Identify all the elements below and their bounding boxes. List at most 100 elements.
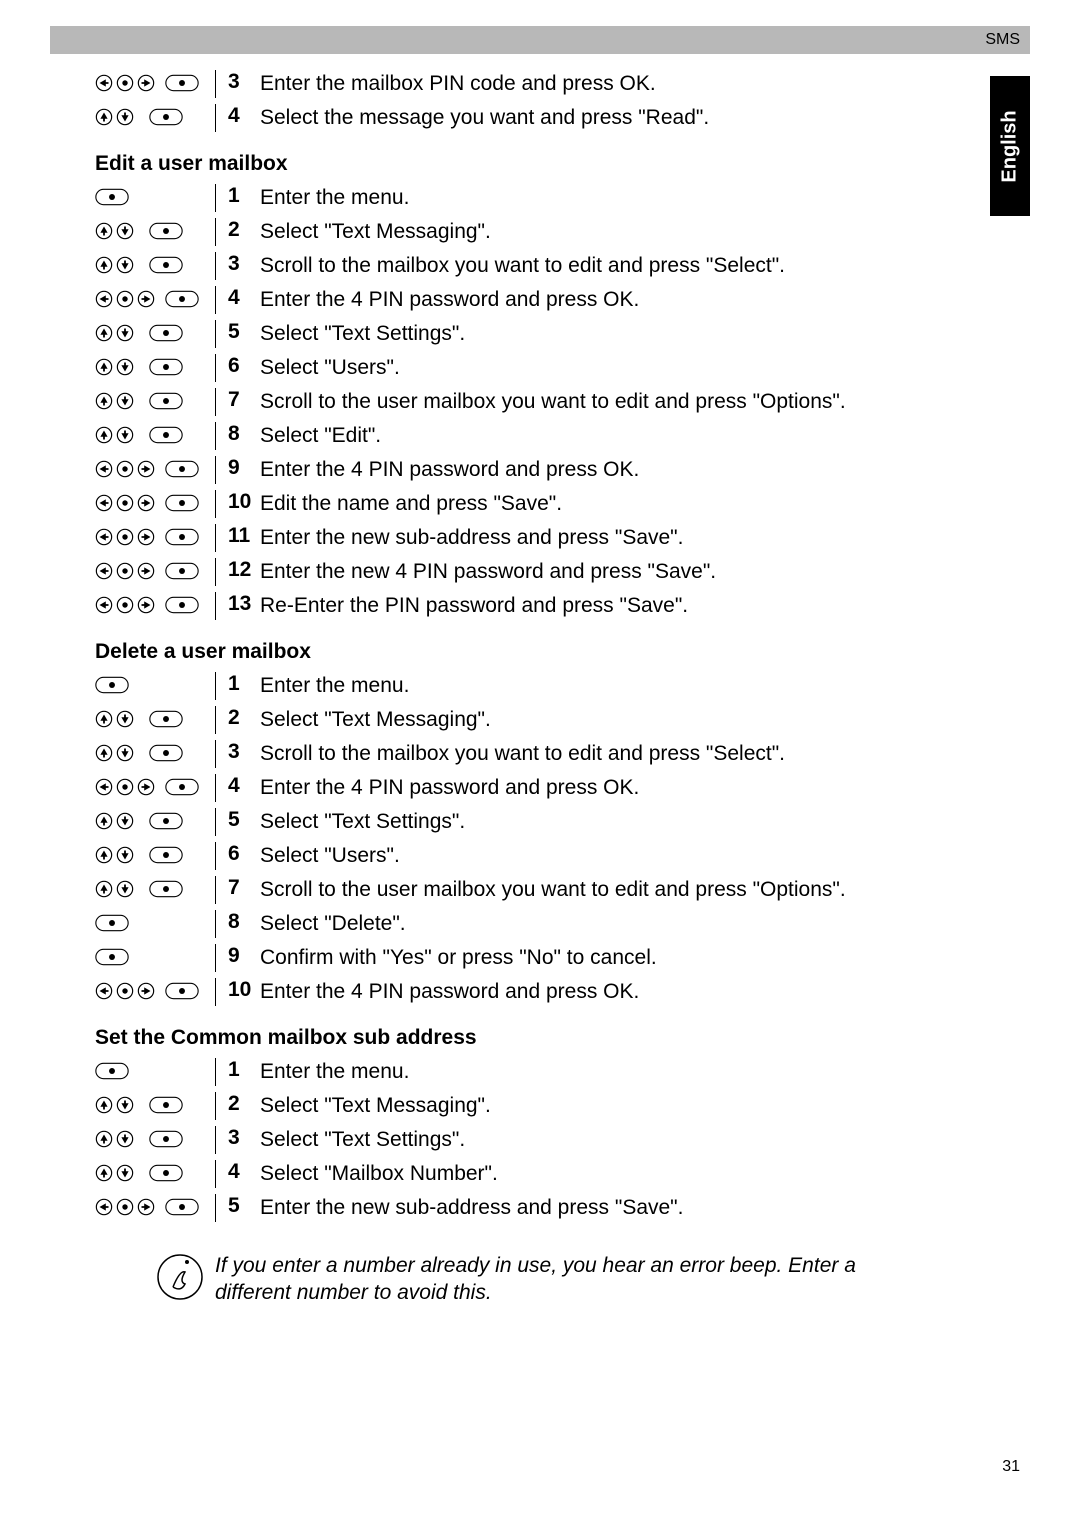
step-text: Scroll to the mailbox you want to edit a… (260, 740, 785, 768)
step-text: Enter the new sub-address and press "Sav… (260, 1194, 683, 1222)
step-number: 9 (228, 944, 260, 968)
step-number: 1 (228, 1058, 260, 1082)
step-text: Select "Text Messaging". (260, 1092, 491, 1120)
step-text: Select "Text Settings". (260, 808, 465, 836)
note-row: If you enter a number already in use, yo… (155, 1252, 920, 1307)
step-icons (95, 910, 215, 932)
step-text: Select "Text Messaging". (260, 218, 491, 246)
language-tab-label: English (999, 110, 1022, 182)
language-tab: English (990, 76, 1030, 216)
step-icons (95, 286, 215, 308)
step-row: 3Scroll to the mailbox you want to edit … (95, 252, 950, 282)
step-icons (95, 672, 215, 694)
step-number: 1 (228, 672, 260, 696)
step-number: 4 (228, 286, 260, 310)
step-icons (95, 70, 215, 92)
step-row: 3Scroll to the mailbox you want to edit … (95, 740, 950, 770)
step-number: 4 (228, 104, 260, 128)
step-text: Select "Text Messaging". (260, 706, 491, 734)
step-icons (95, 740, 215, 762)
step-number: 3 (228, 740, 260, 764)
step-row: 3Select "Text Settings". (95, 1126, 950, 1156)
step-row: 10Enter the 4 PIN password and press OK. (95, 978, 950, 1008)
step-row: 4Enter the 4 PIN password and press OK. (95, 286, 950, 316)
step-row: 7Scroll to the user mailbox you want to … (95, 876, 950, 906)
step-row: 2Select "Text Messaging". (95, 218, 950, 248)
step-text: Select the message you want and press "R… (260, 104, 709, 132)
step-row: 3Enter the mailbox PIN code and press OK… (95, 70, 950, 100)
step-icons (95, 944, 215, 966)
step-text: Scroll to the mailbox you want to edit a… (260, 252, 785, 280)
step-row: 4Select the message you want and press "… (95, 104, 950, 134)
step-number: 5 (228, 1194, 260, 1218)
step-row: 1Enter the menu. (95, 184, 950, 214)
step-icons (95, 218, 215, 240)
step-row: 7Scroll to the user mailbox you want to … (95, 388, 950, 418)
step-number: 2 (228, 706, 260, 730)
step-icons (95, 1194, 215, 1216)
header-section-label: SMS (985, 31, 1020, 49)
step-number: 7 (228, 388, 260, 412)
step-text: Edit the name and press "Save". (260, 490, 562, 518)
step-number: 5 (228, 808, 260, 832)
step-row: 10Edit the name and press "Save". (95, 490, 950, 520)
step-icons (95, 706, 215, 728)
step-text: Select "Users". (260, 842, 400, 870)
step-text: Scroll to the user mailbox you want to e… (260, 388, 846, 416)
step-icons (95, 1126, 215, 1148)
step-text: Confirm with "Yes" or press "No" to canc… (260, 944, 657, 972)
note-text: If you enter a number already in use, yo… (215, 1252, 920, 1307)
step-icons (95, 184, 215, 206)
step-icons (95, 320, 215, 342)
step-row: 6Select "Users". (95, 354, 950, 384)
step-number: 12 (228, 558, 260, 582)
step-icons (95, 774, 215, 796)
step-number: 4 (228, 774, 260, 798)
step-row: 4Select "Mailbox Number". (95, 1160, 950, 1190)
step-row: 4Enter the 4 PIN password and press OK. (95, 774, 950, 804)
step-row: 5Enter the new sub-address and press "Sa… (95, 1194, 950, 1224)
step-text: Enter the new 4 PIN password and press "… (260, 558, 716, 586)
page-content: 3 Enter the mailbox PIN code and press OK… (95, 70, 950, 1307)
step-number: 6 (228, 354, 260, 378)
step-row: 11Enter the new sub-address and press "S… (95, 524, 950, 554)
step-row: 12Enter the new 4 PIN password and press… (95, 558, 950, 588)
step-number: 7 (228, 876, 260, 900)
step-icons (95, 388, 215, 410)
step-text: Select "Edit". (260, 422, 381, 450)
step-icons (95, 422, 215, 444)
step-number: 4 (228, 1160, 260, 1184)
step-icons (95, 104, 215, 126)
heading-common-mailbox: Set the Common mailbox sub address (95, 1026, 950, 1050)
step-text: Enter the menu. (260, 672, 409, 700)
heading-delete-mailbox: Delete a user mailbox (95, 640, 950, 664)
step-icons (95, 490, 215, 512)
step-text: Enter the 4 PIN password and press OK. (260, 774, 639, 802)
step-text: Select "Text Settings". (260, 320, 465, 348)
step-text: Select "Users". (260, 354, 400, 382)
step-text: Enter the 4 PIN password and press OK. (260, 456, 639, 484)
step-text: Enter the mailbox PIN code and press OK. (260, 70, 656, 98)
step-icons (95, 842, 215, 864)
step-row: 9Confirm with "Yes" or press "No" to can… (95, 944, 950, 974)
step-row: 6Select "Users". (95, 842, 950, 872)
step-icons (95, 252, 215, 274)
step-row: 8Select "Edit". (95, 422, 950, 452)
step-icons (95, 1092, 215, 1114)
step-text: Select "Delete". (260, 910, 406, 938)
step-icons (95, 592, 215, 614)
step-icons (95, 1160, 215, 1182)
step-text: Re-Enter the PIN password and press "Sav… (260, 592, 688, 620)
step-number: 13 (228, 592, 260, 616)
step-number: 5 (228, 320, 260, 344)
header-bar: SMS (50, 26, 1030, 54)
step-number: 1 (228, 184, 260, 208)
note-icon (155, 1252, 215, 1307)
step-row: 2Select "Text Messaging". (95, 1092, 950, 1122)
step-number: 2 (228, 1092, 260, 1116)
step-icons (95, 558, 215, 580)
step-row: 5Select "Text Settings". (95, 808, 950, 838)
page-number: 31 (1002, 1458, 1020, 1476)
step-row: 9Enter the 4 PIN password and press OK. (95, 456, 950, 486)
step-text: Select "Text Settings". (260, 1126, 465, 1154)
